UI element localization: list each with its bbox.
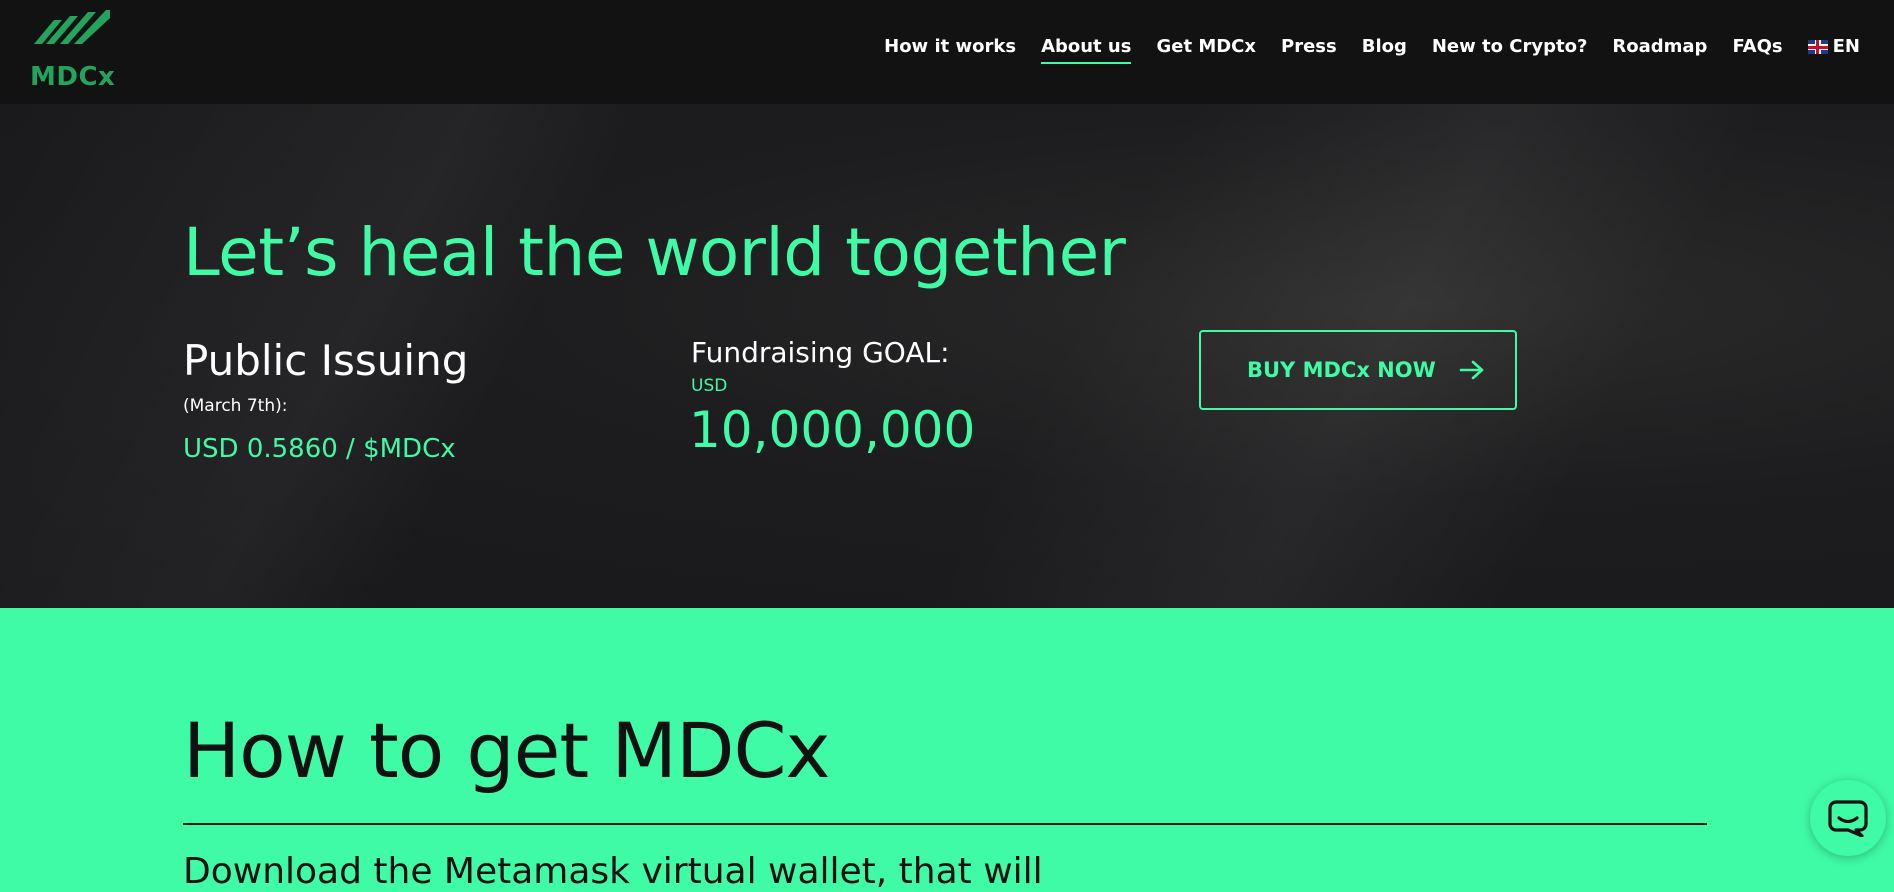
public-issuing-date: (March 7th): <box>183 396 288 416</box>
fundraising-goal-title: Fundraising GOAL: <box>691 336 950 369</box>
public-issuing-title: Public Issuing <box>183 336 469 385</box>
nav-press[interactable]: Press <box>1281 36 1337 58</box>
buy-mdcx-button[interactable]: BUY MDCx NOW <box>1199 330 1517 410</box>
hero-section: Let’s heal the world together Public Iss… <box>0 104 1894 608</box>
arrow-right-icon <box>1459 360 1484 380</box>
fundraising-goal-currency: USD <box>691 376 728 396</box>
nav-how-it-works[interactable]: How it works <box>884 36 1016 58</box>
logo-mark-icon <box>34 10 110 44</box>
how-to-get-intro: Download the Metamask virtual wallet, th… <box>183 851 1043 892</box>
how-to-get-section: How to get MDCx Download the Metamask vi… <box>0 608 1894 892</box>
how-to-get-title: How to get MDCx <box>183 706 831 795</box>
fundraising-goal-amount: 10,000,000 <box>689 401 976 459</box>
nav-roadmap[interactable]: Roadmap <box>1612 36 1707 58</box>
chat-button[interactable] <box>1810 780 1886 856</box>
uk-flag-icon <box>1807 40 1828 54</box>
nav-about-us[interactable]: About us <box>1041 36 1132 64</box>
nav-blog[interactable]: Blog <box>1362 36 1407 58</box>
language-label: EN <box>1832 36 1860 57</box>
mdcx-logo[interactable]: MDCx <box>28 8 118 92</box>
nav-new-to-crypto[interactable]: New to Crypto? <box>1432 36 1588 58</box>
logo-text: MDCx <box>30 62 116 92</box>
hero-title: Let’s heal the world together <box>183 214 1126 291</box>
section-divider <box>183 823 1707 825</box>
public-issuing-price: USD 0.5860 / $MDCx <box>183 434 456 464</box>
nav-faqs[interactable]: FAQs <box>1732 36 1782 58</box>
chat-bubble-icon <box>1828 800 1868 837</box>
site-header: MDCx How it works About us Get MDCx Pres… <box>0 0 1894 104</box>
nav-get-mdcx[interactable]: Get MDCx <box>1156 36 1256 58</box>
buy-button-label: BUY MDCx NOW <box>1247 358 1436 382</box>
main-nav: How it works About us Get MDCx Press Blo… <box>859 36 1860 64</box>
language-selector[interactable]: EN <box>1807 36 1860 58</box>
